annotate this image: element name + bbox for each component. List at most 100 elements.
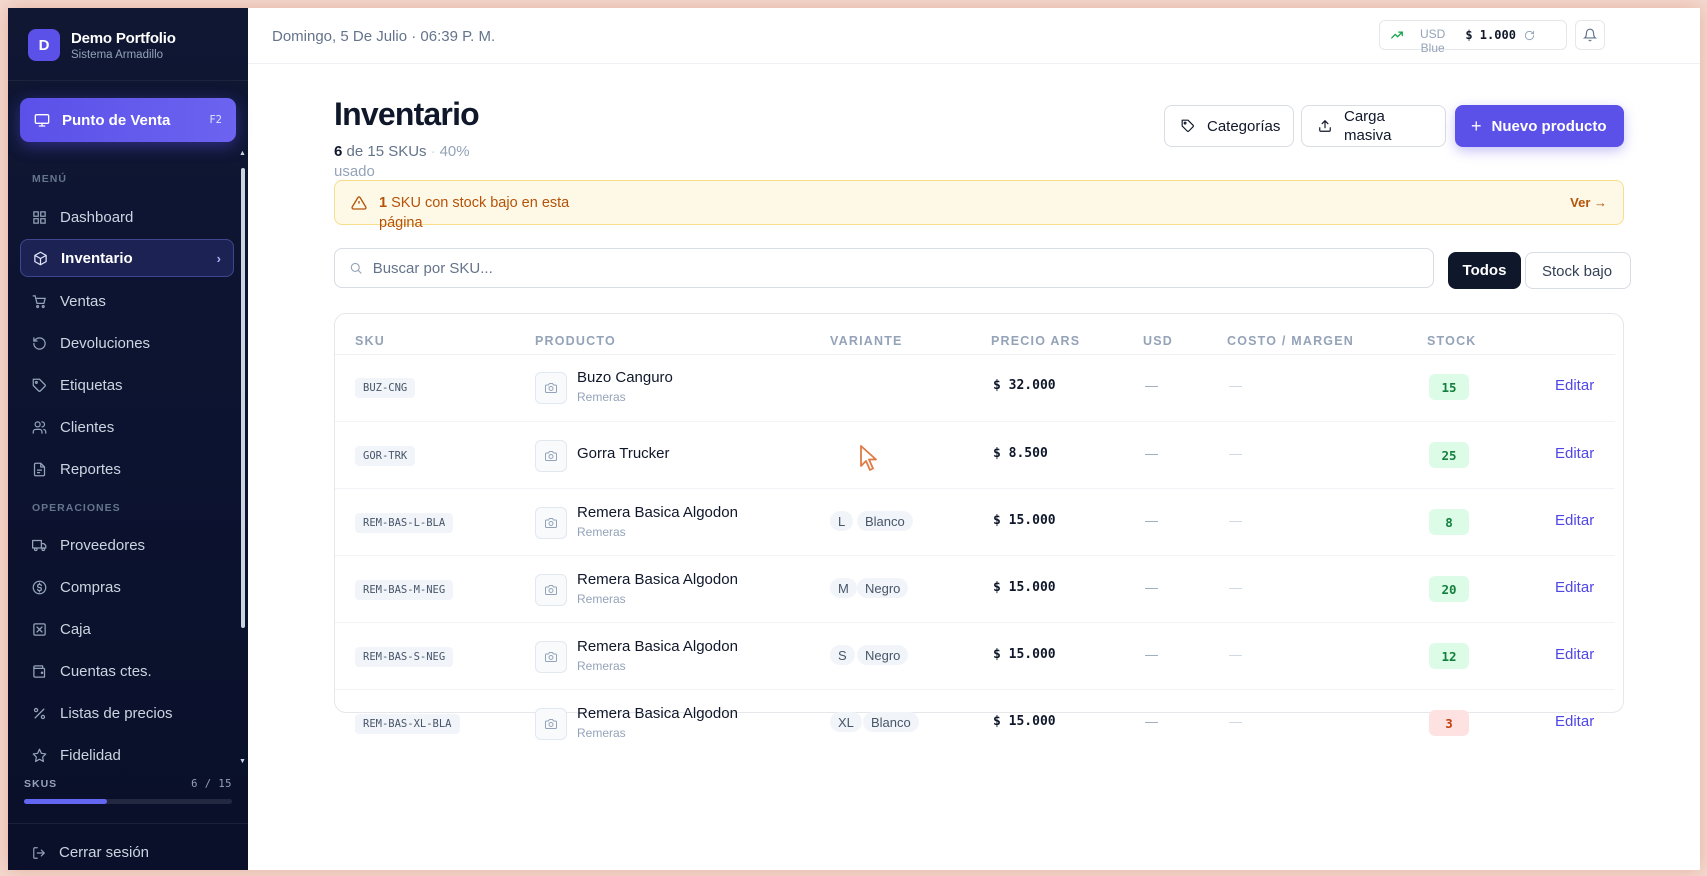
header-usd[interactable]: USD — [1143, 334, 1173, 348]
skus-progress-bar — [24, 799, 232, 804]
sidebar-item-reportes[interactable]: Reportes — [20, 450, 234, 488]
edit-link[interactable]: Editar — [1555, 445, 1594, 462]
bulk-upload-label: Carga masiva — [1344, 108, 1392, 144]
product-category: Remeras — [577, 726, 626, 740]
menu-section-label: MENÚ — [32, 173, 67, 185]
stock-badge: 15 — [1429, 374, 1469, 400]
camera-icon — [545, 652, 557, 662]
sidebar-item-label: Compras — [60, 578, 121, 596]
sidebar-item-fidelidad[interactable]: Fidelidad — [20, 736, 234, 774]
edit-link[interactable]: Editar — [1555, 579, 1594, 596]
alert-text: SKU con stock bajo en esta página — [379, 195, 570, 231]
stock-badge: 20 — [1429, 576, 1469, 602]
edit-link[interactable]: Editar — [1555, 646, 1594, 663]
scroll-down-icon[interactable]: ▼ — [239, 758, 246, 765]
sidebar-item-proveedores[interactable]: Proveedores — [20, 526, 234, 564]
sidebar-item-listas-precios[interactable]: Listas de precios — [20, 694, 234, 732]
grid-icon — [33, 210, 46, 224]
edit-link[interactable]: Editar — [1555, 377, 1594, 394]
product-category: Remeras — [577, 659, 626, 673]
page-title: Inventario — [334, 96, 480, 132]
edit-link[interactable]: Editar — [1555, 512, 1594, 529]
mouse-cursor-icon — [860, 445, 877, 471]
table-row[interactable]: BUZ-CNG Buzo Canguro Remeras $ 32.000 — — 15 Ed… — [335, 354, 1615, 421]
categories-label: Categorías — [1207, 117, 1281, 135]
page-usage-summary: 6 de 15 SKUs · 40% usado — [334, 143, 470, 180]
sidebar-item-caja[interactable]: Caja — [20, 610, 234, 648]
sku-code: REM-BAS-S-NEG — [355, 647, 454, 667]
product-name: Remera Basica Algodon — [577, 571, 738, 588]
categories-button[interactable]: Categorías — [1164, 105, 1294, 147]
header-sku[interactable]: SKU — [355, 334, 385, 348]
table-row[interactable]: REM-BAS-L-BLA Remera Basica Algodon Remera… — [335, 488, 1615, 555]
search-box[interactable] — [334, 248, 1434, 288]
sidebar-item-label: Caja — [60, 620, 91, 638]
variant-size: XL — [830, 712, 862, 732]
cost-margin: — — [1229, 647, 1242, 662]
table-row[interactable]: REM-BAS-XL-BLA Remera Basica Algodon Remer… — [335, 689, 1615, 756]
low-stock-alert: 1 SKU con stock bajo en esta página Ver … — [334, 180, 1624, 231]
sidebar-scrollbar[interactable] — [241, 168, 245, 628]
price-usd: — — [1145, 513, 1158, 528]
camera-icon — [545, 585, 557, 595]
exchange-rate-widget[interactable]: USD Blue $ 1.000 — [1379, 20, 1567, 55]
logout-button[interactable]: Cerrar sesión — [32, 844, 149, 861]
price-ars: $ 15.000 — [993, 580, 1056, 595]
sku-code: REM-BAS-L-BLA — [355, 513, 454, 533]
table-row[interactable]: GOR-TRK Gorra Trucker $ 8.500 — — 25 Editar — [335, 421, 1615, 488]
table-row[interactable]: REM-BAS-S-NEG Remera Basica Algodon Remera… — [335, 622, 1615, 689]
cash-box-icon — [33, 622, 46, 636]
filter-low-stock-button[interactable]: Stock bajo — [1525, 252, 1631, 289]
sidebar-item-devoluciones[interactable]: Devoluciones — [20, 324, 234, 362]
sidebar-item-ventas[interactable]: Ventas — [20, 282, 234, 320]
fx-currency: USD Blue — [1420, 27, 1445, 55]
price-ars: $ 15.000 — [993, 714, 1056, 729]
refresh-icon[interactable] — [1524, 30, 1535, 41]
tag-icon — [32, 378, 46, 392]
filter-all-button[interactable]: Todos — [1448, 252, 1521, 289]
used-count: 6 — [334, 143, 343, 160]
header-stock[interactable]: STOCK — [1427, 334, 1477, 348]
header-cost-margin[interactable]: COSTO / MARGEN — [1227, 334, 1354, 348]
header-product[interactable]: PRODUCTO — [535, 334, 616, 348]
scroll-up-icon[interactable]: ▲ — [239, 150, 246, 157]
sidebar-item-label: Dashboard — [60, 208, 134, 226]
variant-size: L — [830, 511, 854, 531]
header-variant[interactable]: VARIANTE — [830, 334, 903, 348]
sidebar-item-clientes[interactable]: Clientes — [20, 408, 234, 446]
product-category: Remeras — [577, 592, 626, 606]
notifications-button[interactable] — [1575, 20, 1605, 50]
search-input[interactable] — [372, 259, 1419, 277]
brand-subtitle: Sistema Armadillo — [71, 48, 164, 61]
sidebar-item-compras[interactable]: Compras — [20, 568, 234, 606]
sidebar-item-label: Cuentas ctes. — [60, 662, 152, 680]
used-total: de 15 SKUs — [346, 143, 427, 160]
variant-color: Blanco — [857, 511, 913, 531]
sidebar-item-etiquetas[interactable]: Etiquetas — [20, 366, 234, 404]
bulk-upload-button[interactable]: Carga masiva — [1301, 105, 1446, 147]
product-thumbnail — [535, 641, 567, 673]
pos-shortcut: F2 — [209, 114, 222, 126]
sidebar-item-label: Fidelidad — [60, 746, 121, 764]
sku-code: GOR-TRK — [355, 446, 416, 466]
price-usd: — — [1145, 580, 1158, 595]
stock-badge: 3 — [1429, 710, 1469, 736]
variant-size: S — [830, 645, 855, 665]
table-row[interactable]: REM-BAS-M-NEG Remera Basica Algodon Remera… — [335, 555, 1615, 622]
search-icon — [350, 262, 362, 274]
product-name: Remera Basica Algodon — [577, 705, 738, 722]
point-of-sale-button[interactable]: Punto de Venta F2 — [20, 98, 236, 142]
brand-name: Demo Portfolio — [71, 29, 176, 47]
header-price-ars[interactable]: PRECIO ARS — [991, 334, 1080, 348]
sidebar-item-inventario[interactable]: Inventario › — [20, 239, 234, 277]
rotate-ccw-icon — [33, 336, 46, 350]
cost-margin: — — [1229, 378, 1242, 393]
new-product-button[interactable]: + Nuevo producto — [1455, 105, 1624, 147]
sidebar-item-dashboard[interactable]: Dashboard — [20, 198, 234, 236]
sidebar-item-cuentas[interactable]: Cuentas ctes. — [20, 652, 234, 690]
alert-view-link[interactable]: Ver → — [1570, 195, 1607, 210]
brand[interactable]: D Demo Portfolio Sistema Armadillo — [28, 29, 176, 61]
sku-code: REM-BAS-XL-BLA — [355, 714, 460, 734]
pos-label: Punto de Venta — [62, 111, 171, 129]
edit-link[interactable]: Editar — [1555, 713, 1594, 730]
